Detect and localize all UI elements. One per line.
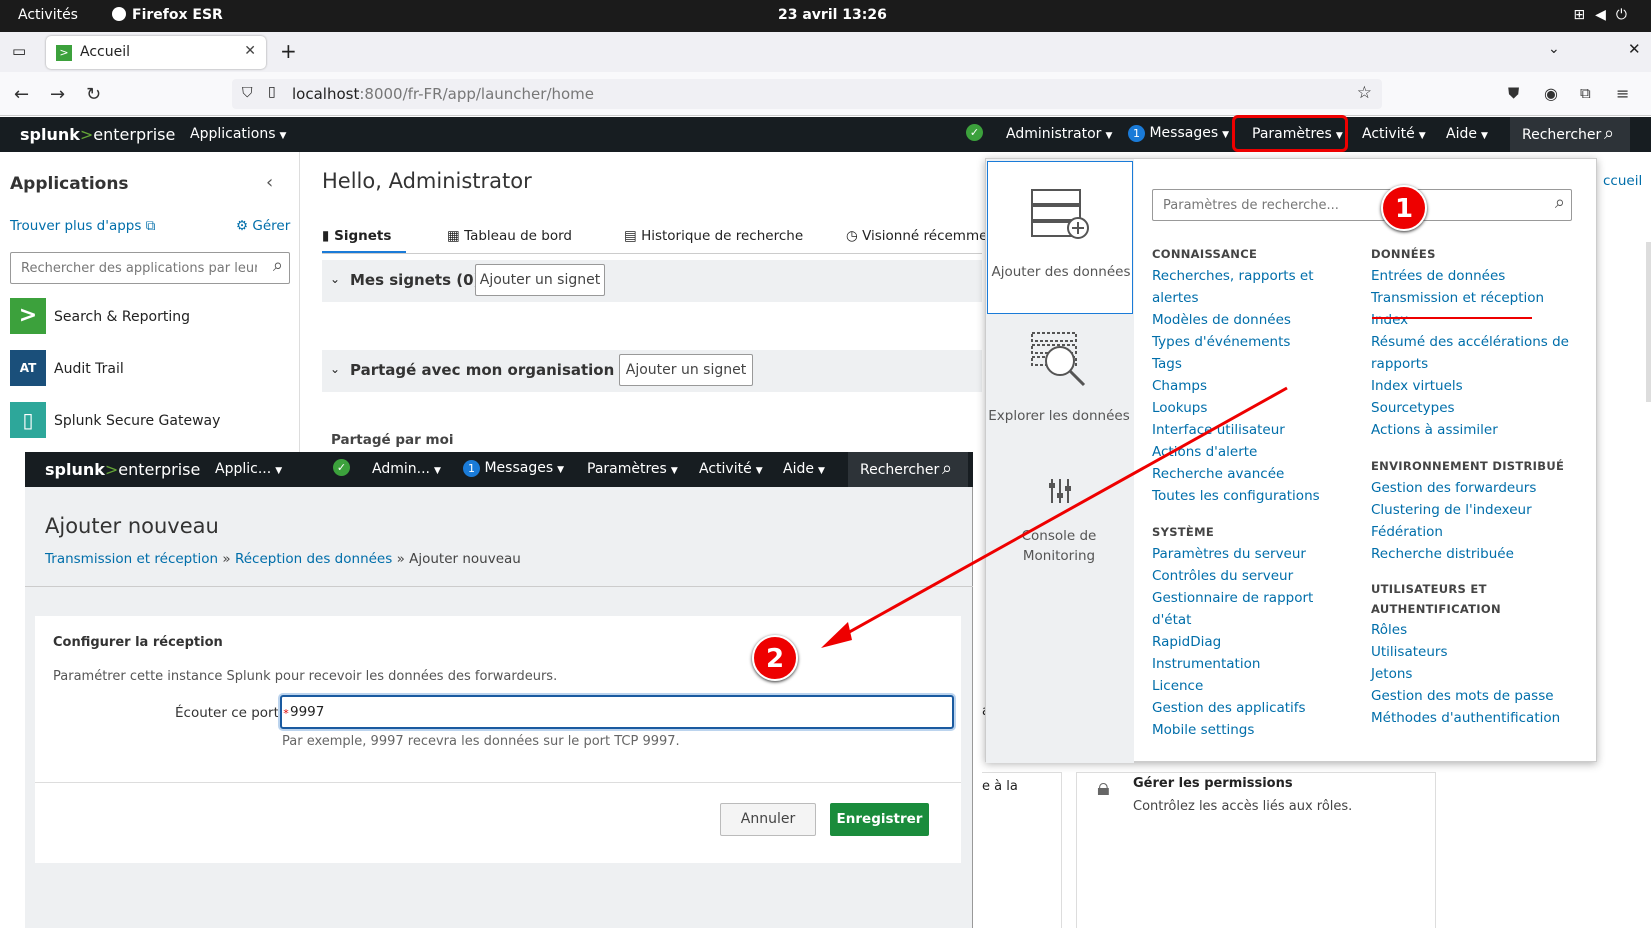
step-1-badge: 1 (1381, 185, 1427, 231)
step-2-badge: 2 (752, 635, 798, 681)
arrow-annotation (821, 386, 1288, 648)
